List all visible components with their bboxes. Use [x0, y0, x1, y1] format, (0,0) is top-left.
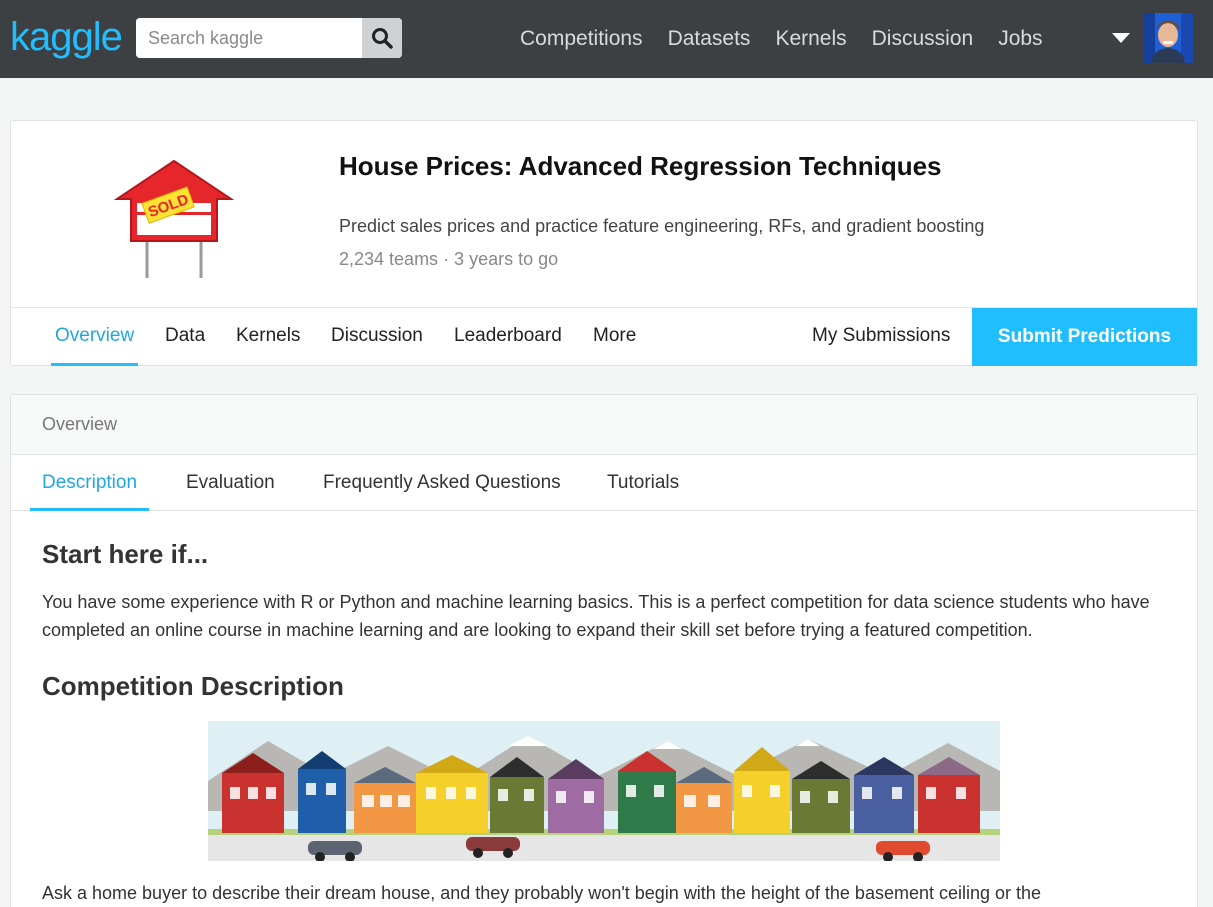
submit-predictions-button[interactable]: Submit Predictions [972, 308, 1197, 366]
paragraph-start-here: You have some experience with R or Pytho… [42, 592, 1150, 640]
tab-discussion[interactable]: Discussion [331, 308, 423, 366]
tab-data[interactable]: Data [165, 308, 205, 366]
search-icon [372, 28, 393, 49]
competition-title: House Prices: Advanced Regression Techni… [339, 151, 942, 181]
user-avatar[interactable] [1143, 13, 1193, 63]
search-input[interactable] [136, 18, 362, 58]
competition-header: SOLD House Prices: Advanced Regression T… [10, 120, 1198, 366]
competition-meta: 2,234 teams · 3 years to go [339, 249, 559, 269]
competition-tabs: Overview Data Kernels Discussion Leaderb… [11, 307, 1197, 366]
heading-competition-description: Competition Description [42, 671, 344, 701]
tab-tutorials[interactable]: Tutorials [607, 455, 679, 511]
nav-kernels[interactable]: Kernels [775, 27, 846, 51]
search-button[interactable] [362, 18, 402, 58]
overview-header: Overview [11, 395, 1197, 455]
tab-description[interactable]: Description [29, 455, 150, 511]
tab-faq[interactable]: Frequently Asked Questions [323, 455, 561, 511]
my-submissions-link[interactable]: My Submissions [812, 308, 950, 366]
tab-kernels[interactable]: Kernels [236, 308, 300, 366]
nav-datasets[interactable]: Datasets [668, 27, 751, 51]
tab-more[interactable]: More [593, 308, 636, 366]
search-box [136, 18, 402, 58]
dropdown-caret-icon[interactable] [1112, 33, 1130, 43]
main-nav: Competitions Datasets Kernels Discussion… [520, 0, 1068, 78]
house-sold-logo: SOLD [113, 159, 235, 278]
nav-discussion[interactable]: Discussion [872, 27, 974, 51]
overview-header-label: Overview [42, 414, 118, 434]
overview-tabs: Description Evaluation Frequently Asked … [11, 455, 1197, 511]
tab-evaluation[interactable]: Evaluation [186, 455, 275, 511]
tab-overview[interactable]: Overview [50, 308, 139, 366]
tab-leaderboard[interactable]: Leaderboard [454, 308, 562, 366]
kaggle-logo[interactable]: kaggle [10, 12, 123, 62]
heading-start-here: Start here if... [42, 539, 209, 569]
top-navbar: kaggle Competitions Datasets Kernels Dis… [0, 0, 1213, 78]
nav-competitions[interactable]: Competitions [520, 27, 643, 51]
houses-banner-illustration [208, 721, 1000, 861]
overview-section: Overview Description Evaluation Frequent… [10, 394, 1198, 907]
competition-subtitle: Predict sales prices and practice featur… [339, 216, 985, 236]
paragraph-competition-description: Ask a home buyer to describe their dream… [42, 883, 1042, 903]
nav-jobs[interactable]: Jobs [998, 27, 1042, 51]
